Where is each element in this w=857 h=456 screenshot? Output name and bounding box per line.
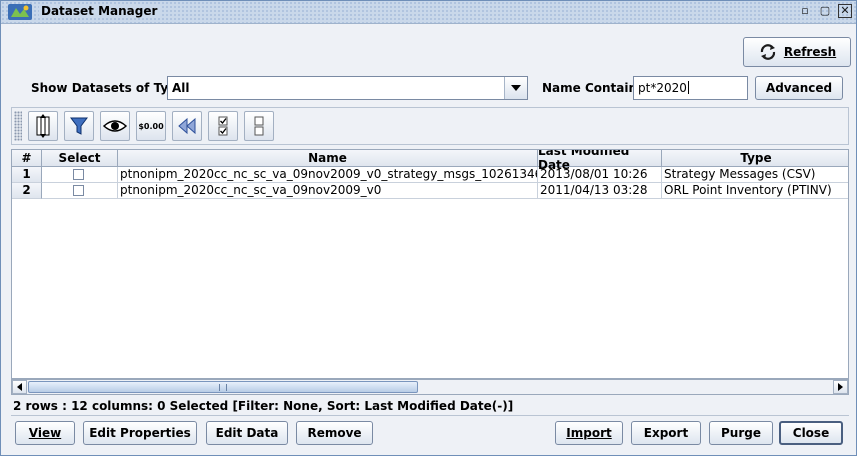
select-all-button[interactable] xyxy=(208,111,238,141)
app-icon xyxy=(8,4,32,20)
row-number: 1 xyxy=(12,167,42,183)
datasets-table: # Select Name Last Modified Date Type 1 … xyxy=(11,149,849,379)
clear-selection-button[interactable] xyxy=(244,111,274,141)
table-toolbar: $0.00 xyxy=(11,107,849,145)
format-dollar-icon: $0.00 xyxy=(138,121,164,131)
view-columns-button[interactable] xyxy=(100,111,130,141)
title-bar[interactable]: Dataset Manager ▫ ▢ ✕ xyxy=(1,1,856,24)
refresh-button[interactable]: Refresh xyxy=(743,37,851,67)
table-row[interactable]: 2 ptnonipm_2020cc_nc_sc_va_09nov2009_v0 … xyxy=(12,183,848,199)
type-cell: Strategy Messages (CSV) xyxy=(662,167,848,183)
purge-button[interactable]: Purge xyxy=(709,421,773,445)
scroll-left-icon[interactable] xyxy=(12,380,27,394)
edit-data-button[interactable]: Edit Data xyxy=(206,421,288,445)
minimize-icon[interactable]: ▫ xyxy=(798,4,812,18)
filter-button[interactable] xyxy=(64,111,94,141)
name-contains-input[interactable]: pt*2020 xyxy=(633,76,748,100)
status-text: 2 rows : 12 columns: 0 Selected [Filter:… xyxy=(13,399,514,413)
refresh-label: Refresh xyxy=(783,45,837,59)
select-cell xyxy=(42,167,118,183)
refresh-icon xyxy=(760,44,775,60)
filter-icon xyxy=(70,117,88,135)
advanced-button[interactable]: Advanced xyxy=(755,76,843,100)
dropdown-arrow-icon[interactable] xyxy=(504,77,527,99)
edit-properties-button[interactable]: Edit Properties xyxy=(83,421,197,445)
clear-selection-icon xyxy=(254,116,264,136)
column-header-last-modified[interactable]: Last Modified Date xyxy=(538,150,662,172)
scroll-right-icon[interactable] xyxy=(833,380,848,394)
show-datasets-label: Show Datasets of Type: xyxy=(31,81,190,95)
close-icon[interactable]: ✕ xyxy=(838,4,852,18)
column-header-type[interactable]: Type xyxy=(662,150,848,167)
remove-button[interactable]: Remove xyxy=(296,421,373,445)
select-all-icon xyxy=(218,116,228,136)
horizontal-scrollbar[interactable] xyxy=(11,379,849,395)
column-header-name[interactable]: Name xyxy=(118,150,538,167)
format-button[interactable]: $0.00 xyxy=(136,111,166,141)
select-cell xyxy=(42,183,118,199)
toolbar-grip[interactable] xyxy=(14,111,22,141)
close-button[interactable]: Close xyxy=(779,421,843,445)
scrollbar-thumb[interactable] xyxy=(28,381,418,393)
divider xyxy=(11,415,849,416)
column-resize-button[interactable] xyxy=(28,111,58,141)
name-cell: ptnonipm_2020cc_nc_sc_va_09nov2009_v0 xyxy=(118,183,538,199)
dataset-manager-window: Dataset Manager ▫ ▢ ✕ Refresh Show Datas… xyxy=(0,0,857,456)
date-cell: 2011/04/13 03:28 xyxy=(538,183,662,199)
maximize-icon[interactable]: ▢ xyxy=(818,4,832,18)
reset-button[interactable] xyxy=(172,111,202,141)
dataset-type-select[interactable]: All xyxy=(167,76,528,100)
date-cell: 2013/08/01 10:26 xyxy=(538,167,662,183)
table-row[interactable]: 1 ptnonipm_2020cc_nc_sc_va_09nov2009_v0_… xyxy=(12,167,848,183)
column-header-number[interactable]: # xyxy=(12,150,42,167)
row-select-checkbox[interactable] xyxy=(73,169,84,180)
reset-icon xyxy=(178,117,196,135)
type-cell: ORL Point Inventory (PTINV) xyxy=(662,183,848,199)
eye-icon xyxy=(103,120,127,132)
row-number: 2 xyxy=(12,183,42,199)
column-resize-icon xyxy=(36,114,50,138)
row-select-checkbox[interactable] xyxy=(73,185,84,196)
name-contains-value: pt*2020 xyxy=(638,81,687,95)
import-button[interactable]: Import xyxy=(555,421,623,445)
window-title: Dataset Manager xyxy=(39,4,162,18)
export-button[interactable]: Export xyxy=(631,421,701,445)
view-button[interactable]: View xyxy=(15,421,75,445)
name-cell: ptnonipm_2020cc_nc_sc_va_09nov2009_v0_st… xyxy=(118,167,538,183)
dataset-type-value: All xyxy=(172,81,190,95)
column-header-select[interactable]: Select xyxy=(42,150,118,167)
